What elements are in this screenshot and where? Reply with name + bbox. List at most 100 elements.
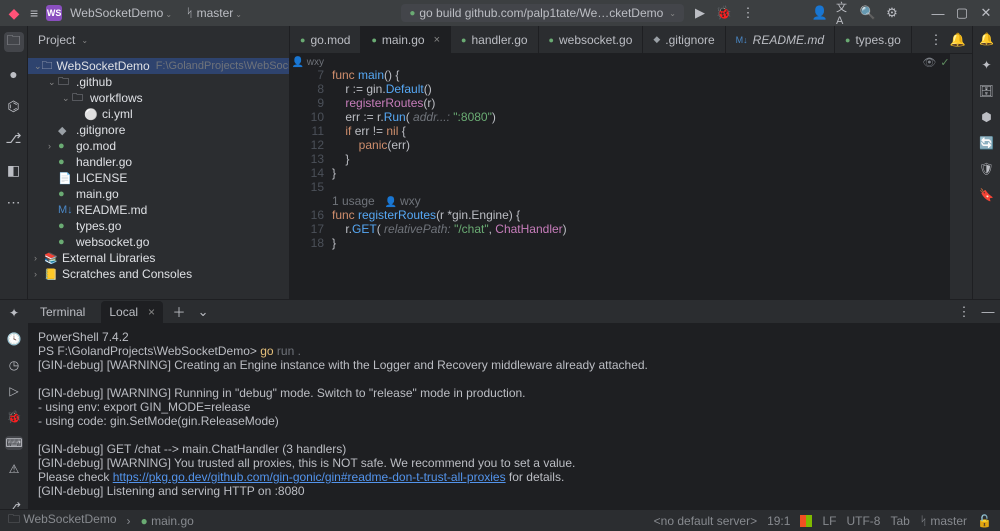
close-icon[interactable]: ✕ — [978, 5, 994, 21]
terminal-add-icon[interactable]: ＋ — [171, 304, 187, 320]
pull-requests-icon[interactable]: ⎇ — [4, 128, 24, 148]
terminal-dropdown-icon[interactable]: ⌄ — [195, 304, 211, 320]
tab-gitignore[interactable]: ◆.gitignore — [643, 26, 725, 53]
tree-websocket[interactable]: ●websocket.go — [28, 234, 289, 250]
indent[interactable]: Tab — [890, 514, 909, 528]
tab-main[interactable]: ●main.go× — [361, 26, 451, 53]
collaborate-icon[interactable]: 👤 — [812, 5, 828, 21]
status-bar: 🗀 WebSocketDemo › ● main.go <no default … — [0, 509, 1000, 531]
app-logo-icon: ◆ — [6, 5, 22, 21]
tree-workflows[interactable]: ⌄🗀workflows — [28, 90, 289, 106]
terminal-hide-icon[interactable]: — — [980, 304, 996, 320]
author-inlay: 👤 — [292, 57, 307, 68]
bookmarks-tool-icon[interactable]: 🔖 — [979, 188, 994, 202]
terminal-output[interactable]: PowerShell 7.4.2 PS F:\GolandProjects\We… — [28, 324, 1000, 514]
run-config-selector[interactable]: ● go build github.com/palp1tate/We…cketD… — [401, 4, 684, 22]
services-tool-icon[interactable]: ◧ — [4, 160, 24, 180]
proxy-docs-link[interactable]: https://pkg.go.dev/github.com/gin-gonic/… — [113, 470, 506, 484]
ms-flag-icon[interactable] — [800, 515, 812, 527]
line-separator[interactable]: LF — [822, 514, 836, 528]
tree-scratch[interactable]: ›📒Scratches and Consoles — [28, 266, 289, 282]
tree-license[interactable]: 📄LICENSE — [28, 170, 289, 186]
database-tool-icon[interactable]: 🗄 — [979, 84, 994, 98]
tab-handler[interactable]: ●handler.go — [451, 26, 539, 53]
project-badge: WS — [46, 5, 62, 21]
tree-gitignore[interactable]: ◆.gitignore — [28, 122, 289, 138]
tree-github[interactable]: ⌄🗀.github — [28, 74, 289, 90]
inspection-eye-icon[interactable]: 👁 — [922, 56, 936, 299]
debugger-icon[interactable]: 🐞 — [7, 410, 22, 424]
tab-types[interactable]: ●types.go — [835, 26, 912, 53]
notifications-rail-icon[interactable]: 🔔 — [979, 32, 994, 46]
terminal-header: Terminal Local× ＋ ⌄ ⋮ — — [28, 300, 1000, 324]
terminal-title: Terminal — [32, 301, 93, 323]
sync-tool-icon[interactable]: 🔄 — [979, 136, 994, 150]
settings-icon[interactable]: ⚙ — [884, 5, 900, 21]
endpoints-icon[interactable]: ◷ — [9, 358, 19, 372]
right-tool-rail: 🔔 ✦ 🗄 ⬢ 🔄 🛡 🔖 — [972, 26, 1000, 299]
terminal-tool-icon[interactable]: ⌨ — [5, 436, 22, 450]
default-server[interactable]: <no default server> — [654, 514, 757, 528]
search-icon[interactable]: 🔍 — [860, 5, 876, 21]
go-icon: ● — [409, 8, 415, 19]
tab-gomod[interactable]: ●go.mod — [290, 26, 361, 53]
debug-button[interactable]: 🐞 — [716, 5, 732, 21]
vcs-log-icon[interactable]: 🕓 — [7, 332, 22, 346]
project-panel: Project⌄ ⌄🗀 WebSocketDemo F:\GolandProje… — [28, 26, 290, 299]
ai-assistant-icon[interactable]: ✦ — [981, 58, 991, 72]
commit-tool-icon[interactable]: ● — [4, 64, 24, 84]
readonly-lock-icon[interactable]: 🔓 — [977, 514, 992, 528]
run-button[interactable]: ▶ — [692, 5, 708, 21]
tree-main[interactable]: ●main.go — [28, 186, 289, 202]
project-tree: ⌄🗀 WebSocketDemo F:\GolandProjects\WebSo… — [28, 54, 289, 299]
notifications-icon[interactable]: 🔔 — [950, 32, 966, 48]
minimize-icon[interactable]: — — [930, 5, 946, 21]
terminal-session-local[interactable]: Local× — [101, 301, 163, 323]
branch-selector[interactable]: ᛋ master⌄ — [186, 6, 242, 20]
caret-position[interactable]: 19:1 — [767, 514, 790, 528]
tab-websocket[interactable]: ●websocket.go — [539, 26, 644, 53]
code-body[interactable]: func main() { r := gin.Default() registe… — [332, 54, 922, 299]
main-menu-icon[interactable]: ≡ — [30, 5, 38, 21]
git-branch-status[interactable]: ᛋ master — [920, 514, 967, 528]
tree-handler[interactable]: ●handler.go — [28, 154, 289, 170]
terminal-left-rail: ✦ 🕓 ◷ ▷ 🐞 ⌨ ⚠ ⎇ — [0, 300, 28, 514]
inspection-ok-icon[interactable]: ✓ — [940, 56, 949, 299]
maximize-icon[interactable]: ▢ — [954, 5, 970, 21]
project-selector[interactable]: WebSocketDemo⌄ — [70, 6, 172, 20]
more-actions-icon[interactable]: ⋮ — [740, 5, 756, 21]
problems-icon[interactable]: ⚠ — [9, 462, 20, 476]
ai-chat-icon[interactable]: ✦ — [9, 306, 19, 320]
breadcrumb-project[interactable]: 🗀 WebSocketDemo — [8, 510, 117, 531]
editor-tabs: ●go.mod ●main.go× ●handler.go ●websocket… — [290, 26, 972, 54]
tree-ci[interactable]: ⚪ci.yml — [28, 106, 289, 122]
encoding[interactable]: UTF-8 — [846, 514, 880, 528]
code-editor[interactable]: 👤 wxy ▶7 8 9 10 11 12 13 14 15 16 17 18 … — [290, 54, 972, 299]
prompt: PS F:\GolandProjects\WebSocketDemo> — [38, 344, 260, 358]
gutter: 👤 wxy ▶7 8 9 10 11 12 13 14 15 16 17 18 — [290, 54, 332, 299]
project-tool-icon[interactable]: 🗀 — [4, 32, 24, 52]
more-tools-icon[interactable]: ⋯ — [4, 192, 24, 212]
title-bar: ◆ ≡ WS WebSocketDemo⌄ ᛋ master⌄ ● go bui… — [0, 0, 1000, 26]
translate-icon[interactable]: 文A — [836, 5, 852, 21]
terminal-options-icon[interactable]: ⋮ — [956, 304, 972, 320]
docker-tool-icon[interactable]: ⬢ — [981, 110, 991, 124]
project-panel-header[interactable]: Project⌄ — [28, 26, 289, 54]
run-tool-icon[interactable]: ▷ — [9, 384, 18, 398]
tree-readme[interactable]: M↓README.md — [28, 202, 289, 218]
structure-tool-icon[interactable]: ⌬ — [4, 96, 24, 116]
tabs-more-icon[interactable]: ⋮ — [928, 32, 944, 48]
tree-types[interactable]: ●types.go — [28, 218, 289, 234]
main-area: 🗀 ● ⌬ ⎇ ◧ ⋯ Project⌄ ⌄🗀 WebSocketDemo F:… — [0, 26, 1000, 299]
tree-gomod[interactable]: ›●go.mod — [28, 138, 289, 154]
terminal-panel: ✦ 🕓 ◷ ▷ 🐞 ⌨ ⚠ ⎇ Terminal Local× ＋ ⌄ ⋮ — — [0, 299, 1000, 509]
tab-readme[interactable]: M↓README.md — [726, 26, 835, 53]
left-tool-rail: 🗀 ● ⌬ ⎇ ◧ ⋯ — [0, 26, 28, 299]
minimap[interactable] — [950, 54, 972, 299]
tab-close-icon[interactable]: × — [434, 34, 440, 46]
coverage-tool-icon[interactable]: 🛡 — [979, 162, 994, 176]
breadcrumb-file[interactable]: ● main.go — [141, 514, 194, 528]
term-tab-close-icon[interactable]: × — [148, 305, 155, 319]
editor-panel: ●go.mod ●main.go× ●handler.go ●websocket… — [290, 26, 972, 299]
tree-extlib[interactable]: ›📚External Libraries — [28, 250, 289, 266]
